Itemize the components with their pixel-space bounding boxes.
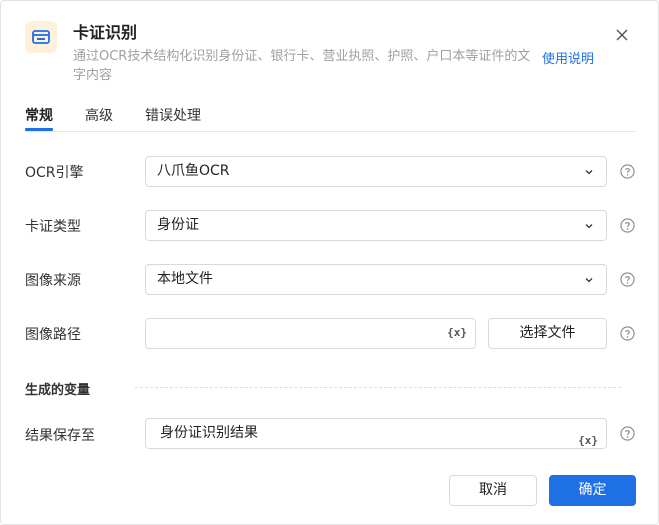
ocr-engine-label: OCR引擎 [25, 165, 84, 181]
tab-advanced[interactable]: 高级 [85, 105, 113, 125]
card-type-label: 卡证类型 [25, 219, 81, 235]
cancel-button[interactable]: 取消 [449, 475, 537, 506]
dialog-title: 卡证识别 [73, 23, 138, 42]
help-icon[interactable] [620, 426, 635, 441]
image-path-input[interactable]: {x} [145, 318, 476, 349]
chevron-down-icon [585, 170, 593, 175]
save-to-value: 身份证识别结果 [160, 425, 258, 441]
close-icon [616, 29, 628, 41]
help-icon[interactable] [620, 326, 635, 341]
save-to-input[interactable]: 身份证识别结果 {x} [145, 418, 607, 449]
image-path-label: 图像路径 [25, 327, 81, 343]
dialog-description: 通过OCR技术结构化识别身份证、银行卡、营业执照、护照、户口本等证件的文字内容 [73, 49, 531, 83]
help-icon[interactable] [620, 218, 635, 233]
active-tab-indicator [25, 128, 53, 131]
section-divider [135, 387, 621, 388]
help-icon[interactable] [620, 164, 635, 179]
ocr-engine-value: 八爪鱼OCR [157, 163, 230, 179]
save-to-label: 结果保存至 [25, 428, 95, 444]
image-source-select[interactable]: 本地文件 [145, 264, 607, 295]
variables-section-title: 生成的变量 [25, 383, 91, 398]
tab-general[interactable]: 常规 [25, 105, 53, 125]
confirm-button[interactable]: 确定 [549, 475, 636, 506]
id-card-icon [25, 21, 57, 53]
chevron-down-icon [585, 278, 593, 283]
chevron-down-icon [585, 224, 593, 229]
help-link[interactable]: 使用说明 [542, 48, 594, 67]
card-type-select[interactable]: 身份证 [145, 210, 607, 241]
close-button[interactable] [612, 25, 632, 45]
tab-error-handling[interactable]: 错误处理 [145, 105, 201, 125]
image-source-label: 图像来源 [25, 273, 81, 289]
dialog: 卡证识别 通过OCR技术结构化识别身份证、银行卡、营业执照、护照、户口本等证件的… [0, 0, 659, 525]
select-file-button[interactable]: 选择文件 [488, 318, 607, 349]
tab-bar: 常规 高级 错误处理 [25, 101, 636, 132]
variable-icon[interactable]: {x} [578, 426, 598, 455]
variable-icon[interactable]: {x} [447, 326, 467, 339]
image-source-value: 本地文件 [157, 271, 213, 287]
ocr-engine-select[interactable]: 八爪鱼OCR [145, 156, 607, 187]
help-icon[interactable] [620, 272, 635, 287]
card-type-value: 身份证 [157, 217, 199, 233]
